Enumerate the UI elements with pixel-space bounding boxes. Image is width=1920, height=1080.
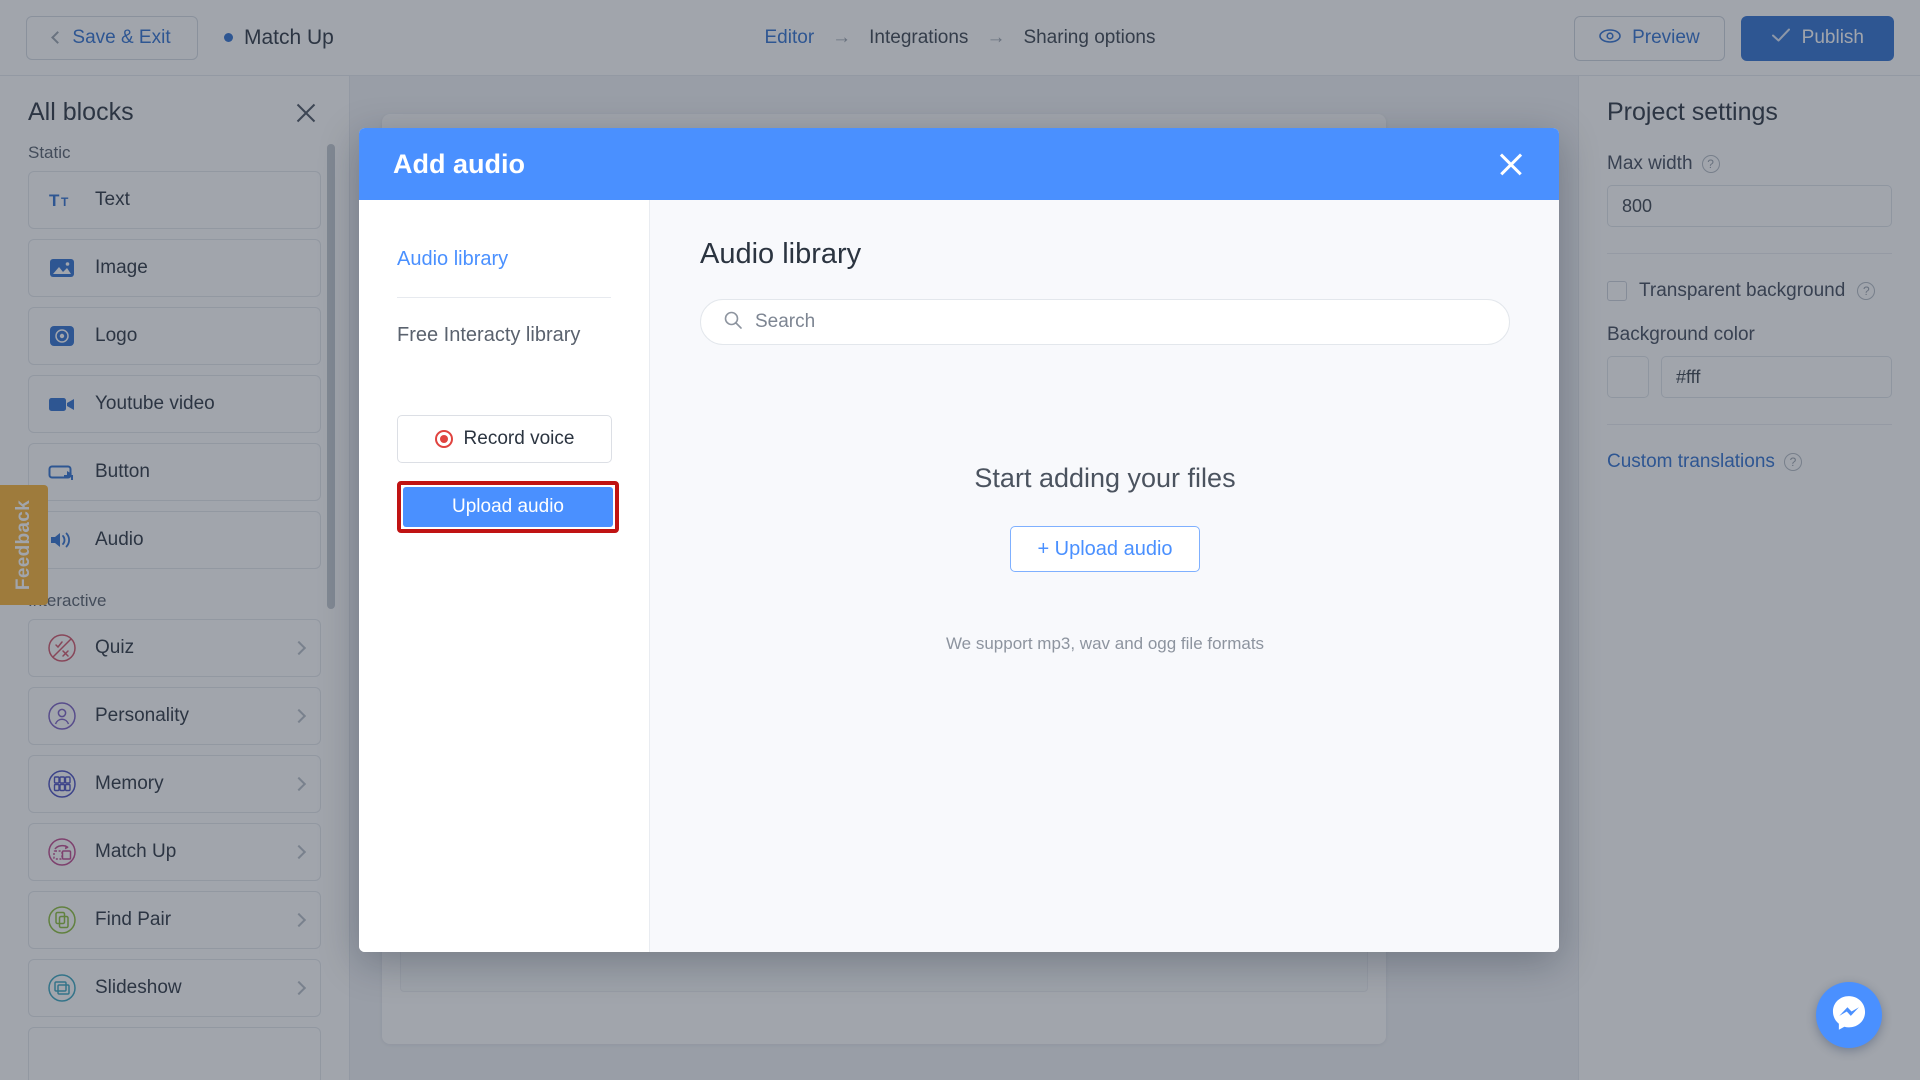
messenger-icon [1830, 994, 1868, 1037]
modal-body: Audio library Free Interacty library Rec… [359, 200, 1559, 952]
add-audio-modal: Add audio Audio library Free Interacty l… [359, 128, 1559, 952]
supported-formats-note: We support mp3, wav and ogg file formats [945, 634, 1265, 653]
upload-audio-button[interactable]: Upload audio [403, 487, 613, 527]
record-voice-button[interactable]: Record voice [397, 415, 612, 463]
search-input[interactable] [755, 311, 1487, 333]
tab-free-interacty-library[interactable]: Free Interacty library [397, 298, 611, 347]
modal-sidebar: Audio library Free Interacty library Rec… [359, 200, 650, 952]
empty-state-upload-audio-button[interactable]: + Upload audio [1010, 526, 1200, 572]
audio-library-heading: Audio library [700, 238, 862, 270]
app-root: Save & Exit Match Up Editor → Integratio… [0, 0, 1920, 1080]
close-icon[interactable] [1497, 150, 1525, 178]
record-dot-icon [434, 430, 453, 448]
search-icon [723, 310, 743, 335]
tab-audio-library[interactable]: Audio library [397, 248, 611, 297]
messenger-chat-button[interactable] [1816, 982, 1882, 1048]
modal-header: Add audio [359, 128, 1559, 200]
search-bar[interactable] [700, 299, 1510, 345]
empty-state-title: Start adding your files [974, 463, 1236, 493]
record-voice-label: Record voice [463, 428, 575, 449]
modal-title: Add audio [393, 148, 525, 179]
empty-state: Start adding your files + Upload audio W… [700, 463, 1510, 654]
modal-main-content: Audio library Start adding your files + … [650, 200, 1559, 952]
upload-audio-highlight: Upload audio [397, 481, 619, 533]
